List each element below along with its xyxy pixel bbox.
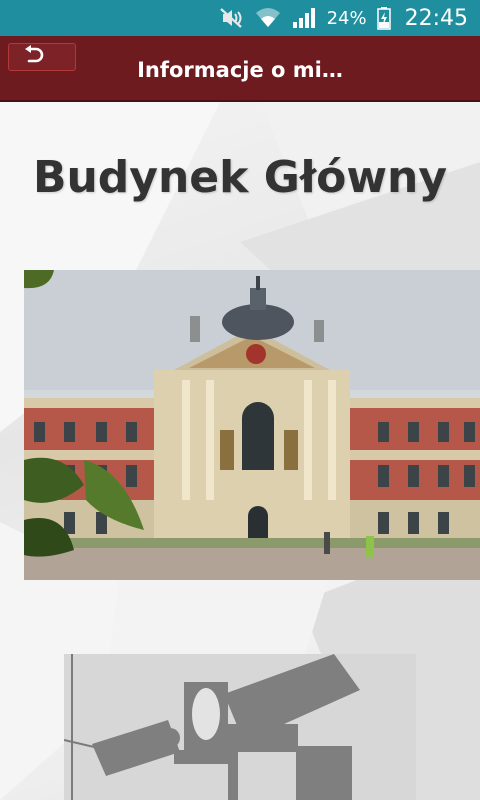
building-map	[63, 654, 416, 800]
wifi-icon	[255, 6, 281, 30]
clock: 22:45	[404, 5, 468, 31]
battery-percentage: 24%	[326, 7, 367, 29]
status-bar: 24% 22:45	[0, 0, 480, 36]
signal-icon	[291, 6, 317, 30]
building-name: Budynek Główny	[32, 152, 448, 203]
battery-icon	[376, 6, 391, 30]
app-header: Informacje o mi…	[0, 36, 480, 102]
building-photo	[24, 270, 480, 580]
main-content: Budynek Główny	[0, 102, 480, 800]
mute-icon	[219, 6, 245, 30]
page-title: Informacje o mi…	[137, 58, 343, 82]
